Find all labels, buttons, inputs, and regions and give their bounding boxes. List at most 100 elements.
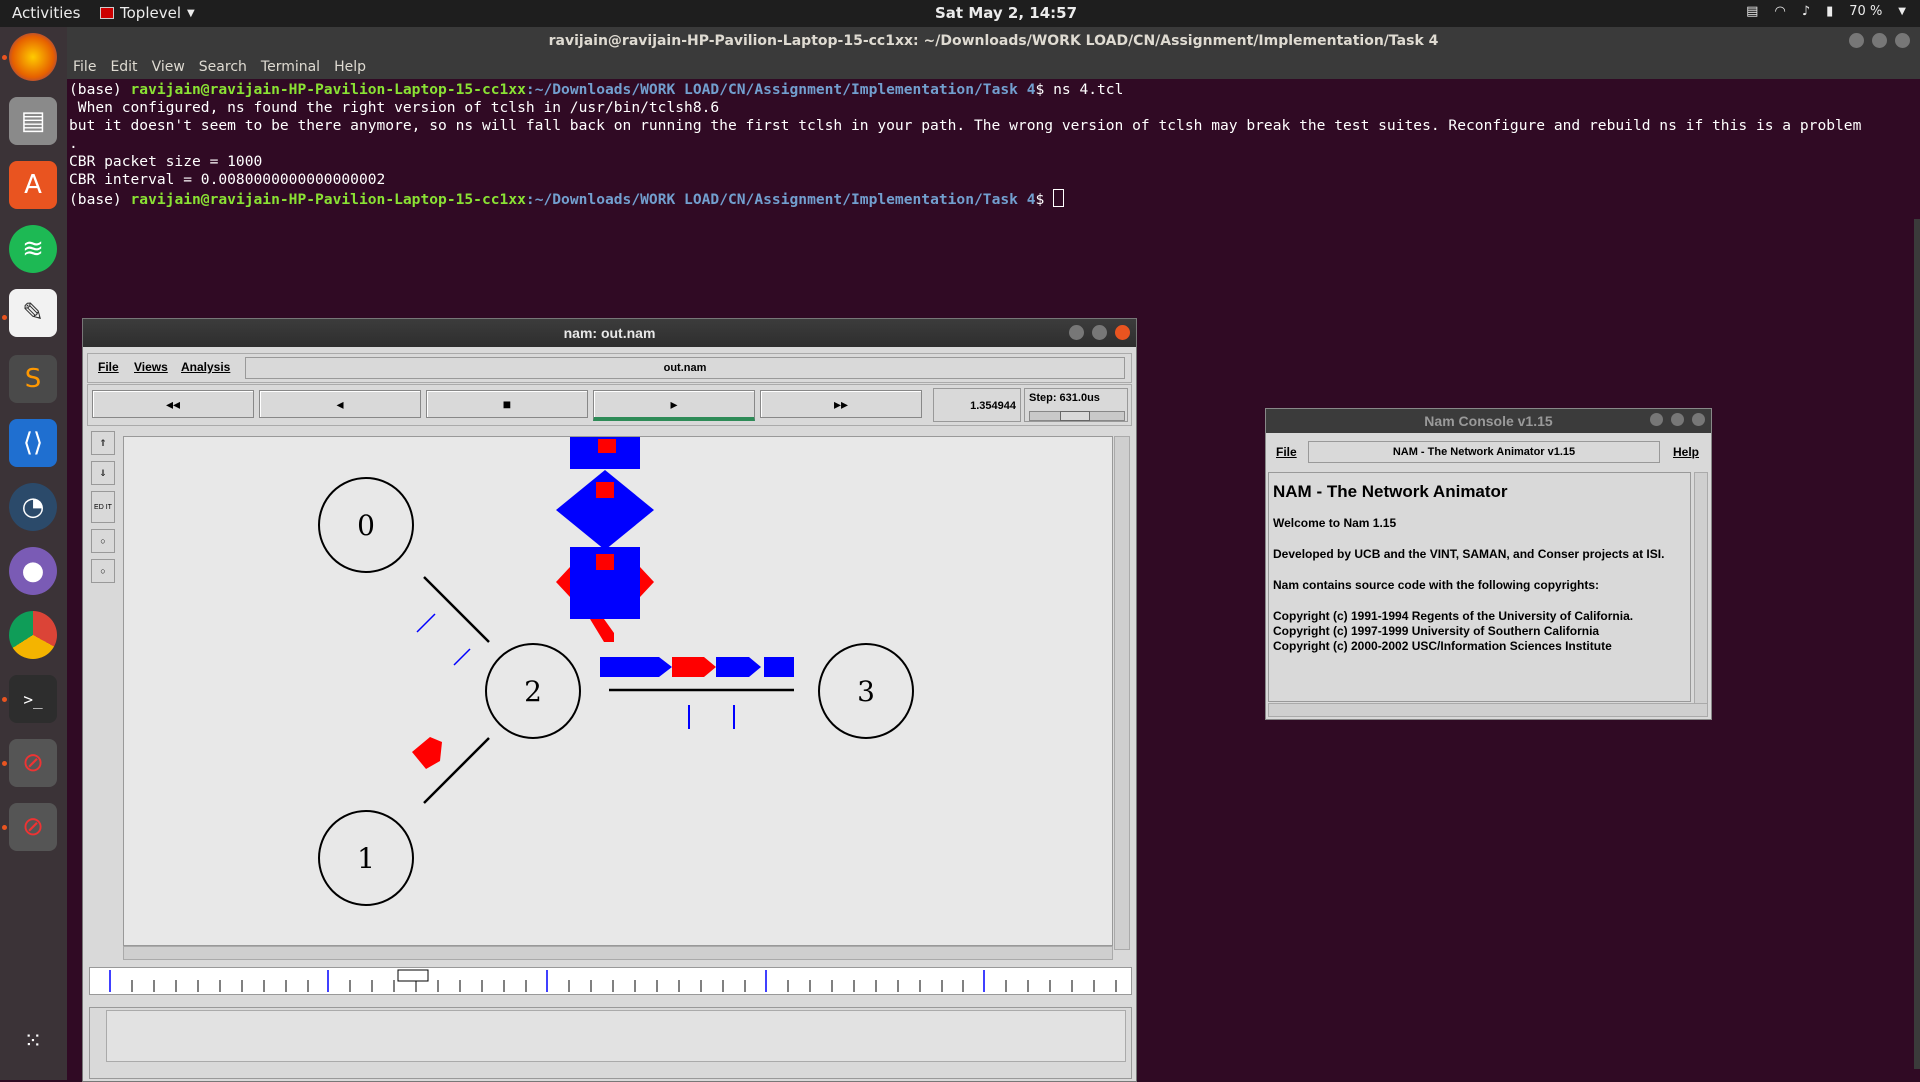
- copyright-line: Copyright (c) 1997-1999 University of So…: [1273, 624, 1600, 638]
- vscode-icon[interactable]: ⟨⟩: [9, 419, 57, 467]
- nam-title: nam: out.nam: [83, 319, 1136, 347]
- timeline-slider[interactable]: [89, 967, 1132, 995]
- node-2[interactable]: 2: [485, 643, 581, 739]
- maximize-icon[interactable]: [1092, 325, 1107, 340]
- packet: [600, 657, 672, 677]
- spotify-icon[interactable]: ≋: [9, 225, 57, 273]
- app-menu[interactable]: Toplevel ▼: [100, 4, 195, 22]
- system-tray[interactable]: ▤ ◠ ♪ ▮ 70 % ▼: [1746, 4, 1906, 19]
- nam-window[interactable]: nam: out.nam File Views Analysis out.nam…: [82, 318, 1137, 1082]
- minimize-icon[interactable]: [1069, 325, 1084, 340]
- canvas-horizontal-scrollbar[interactable]: [123, 946, 1113, 960]
- rewind-button[interactable]: ◂◂: [92, 390, 254, 418]
- prompt-path: :~/Downloads/WORK LOAD/CN/Assignment/Imp…: [525, 81, 1036, 98]
- slider-thumb[interactable]: [1060, 411, 1090, 421]
- nam-menu-analysis[interactable]: Analysis: [181, 360, 230, 374]
- zoom-in-icon[interactable]: ⇑: [91, 431, 115, 455]
- queued-packet: [640, 567, 654, 597]
- menu-view[interactable]: View: [152, 55, 185, 79]
- console-menu-file[interactable]: File: [1276, 445, 1297, 459]
- canvas-vertical-scrollbar[interactable]: [1114, 436, 1130, 950]
- prompt-env: (base): [69, 191, 131, 208]
- top-bar: Activities Toplevel ▼ Sat May 2, 14:57 ▤…: [0, 0, 1920, 27]
- sublime-icon[interactable]: S: [9, 355, 57, 403]
- maximize-icon[interactable]: [1671, 413, 1684, 426]
- software-icon[interactable]: A: [9, 161, 57, 209]
- node-label: 0: [357, 509, 375, 542]
- terminal-output[interactable]: (base) ravijain@ravijain-HP-Pavilion-Lap…: [69, 81, 1861, 209]
- prompt-env: (base): [69, 81, 131, 98]
- terminal-icon[interactable]: >_: [9, 675, 57, 723]
- console-contains: Nam contains source code with the follow…: [1273, 578, 1600, 592]
- nam-canvas[interactable]: 0 1 2 3: [123, 436, 1113, 946]
- node-tool[interactable]: ○: [91, 529, 115, 553]
- menu-search[interactable]: Search: [199, 55, 247, 79]
- console-horizontal-scrollbar[interactable]: [1268, 703, 1708, 717]
- menu-edit[interactable]: Edit: [110, 55, 137, 79]
- node-1[interactable]: 1: [318, 810, 414, 906]
- nam-menu-views[interactable]: Views: [134, 360, 168, 374]
- console-developed: Developed by UCB and the VINT, SAMAN, an…: [1273, 547, 1665, 561]
- clock[interactable]: Sat May 2, 14:57: [935, 4, 1077, 22]
- queued-packet: [596, 482, 614, 498]
- console-menu-help[interactable]: Help: [1673, 445, 1699, 459]
- close-icon[interactable]: [1895, 33, 1910, 48]
- link-tool[interactable]: ○: [91, 559, 115, 583]
- stop-button[interactable]: ■: [426, 390, 588, 418]
- stop-icon: ■: [502, 396, 512, 412]
- app-grid-icon[interactable]: ⁙: [9, 1017, 57, 1065]
- text-cursor: [1053, 189, 1065, 207]
- fast-forward-button[interactable]: ▸▸: [760, 390, 922, 418]
- console-vertical-scrollbar[interactable]: [1694, 472, 1708, 704]
- minimize-icon[interactable]: [1650, 413, 1663, 426]
- chevron-down-icon: ▼: [186, 7, 195, 19]
- window-buttons[interactable]: [1849, 33, 1910, 48]
- files-icon[interactable]: ▤: [9, 97, 57, 145]
- console-text[interactable]: NAM - The Network Animator Welcome to Na…: [1268, 472, 1691, 702]
- console-title-text: Nam Console v1.15: [1424, 413, 1553, 429]
- play-backward-button[interactable]: ◂: [259, 390, 421, 418]
- dock: ▤ A ≋ ✎ S ⟨⟩ ◔ ● >_ ⊘ ⊘ ⁙: [0, 27, 67, 1080]
- github-icon[interactable]: ●: [9, 547, 57, 595]
- annotation-panel[interactable]: [89, 1007, 1132, 1079]
- window-buttons[interactable]: [1650, 413, 1705, 426]
- keyboard-icon: ▤: [1746, 4, 1759, 19]
- step-control[interactable]: Step: 631.0us: [1024, 388, 1128, 422]
- nam-console-window[interactable]: Nam Console v1.15 File NAM - The Network…: [1265, 408, 1712, 720]
- menu-terminal[interactable]: Terminal: [261, 55, 320, 79]
- copyright-line: Copyright (c) 1991-1994 Regents of the U…: [1273, 609, 1634, 623]
- edit-tool[interactable]: ED IT: [91, 491, 115, 523]
- packet: [412, 737, 442, 769]
- timeline-ticks: [109, 969, 1117, 992]
- prompt-user: ravijain@ravijain-HP-Pavilion-Laptop-15-…: [130, 81, 526, 98]
- nam-console-icon[interactable]: ⊘: [9, 803, 57, 851]
- chrome-icon[interactable]: [9, 611, 57, 659]
- maximize-icon[interactable]: [1872, 33, 1887, 48]
- gauge-icon[interactable]: ◔: [9, 483, 57, 531]
- annotation-area[interactable]: [106, 1010, 1126, 1062]
- play-forward-button[interactable]: ▸: [593, 390, 755, 421]
- nam-menu-file[interactable]: File: [98, 360, 119, 374]
- menu-file[interactable]: File: [73, 55, 96, 79]
- nam-window-icon[interactable]: ⊘: [9, 739, 57, 787]
- firefox-icon[interactable]: [9, 33, 57, 81]
- window-buttons[interactable]: [1069, 325, 1130, 340]
- timeline-thumb[interactable]: [397, 969, 429, 982]
- text-editor-icon[interactable]: ✎: [9, 289, 57, 337]
- step-label: Step: 631.0us: [1029, 392, 1100, 404]
- terminal-scrollbar[interactable]: [1914, 219, 1920, 1069]
- zoom-out-icon[interactable]: ⇓: [91, 461, 115, 485]
- node-3[interactable]: 3: [818, 643, 914, 739]
- queued-packet: [598, 439, 616, 453]
- menu-help[interactable]: Help: [334, 55, 366, 79]
- activities-button[interactable]: Activities: [12, 4, 80, 22]
- current-time: 1.354944: [933, 388, 1021, 422]
- step-slider[interactable]: [1029, 411, 1125, 421]
- close-icon[interactable]: [1692, 413, 1705, 426]
- node-label: 3: [857, 675, 875, 708]
- close-icon[interactable]: [1115, 325, 1130, 340]
- node-0[interactable]: 0: [318, 477, 414, 573]
- console-heading: NAM - The Network Animator: [1273, 482, 1508, 501]
- window-icon: [100, 7, 114, 19]
- minimize-icon[interactable]: [1849, 33, 1864, 48]
